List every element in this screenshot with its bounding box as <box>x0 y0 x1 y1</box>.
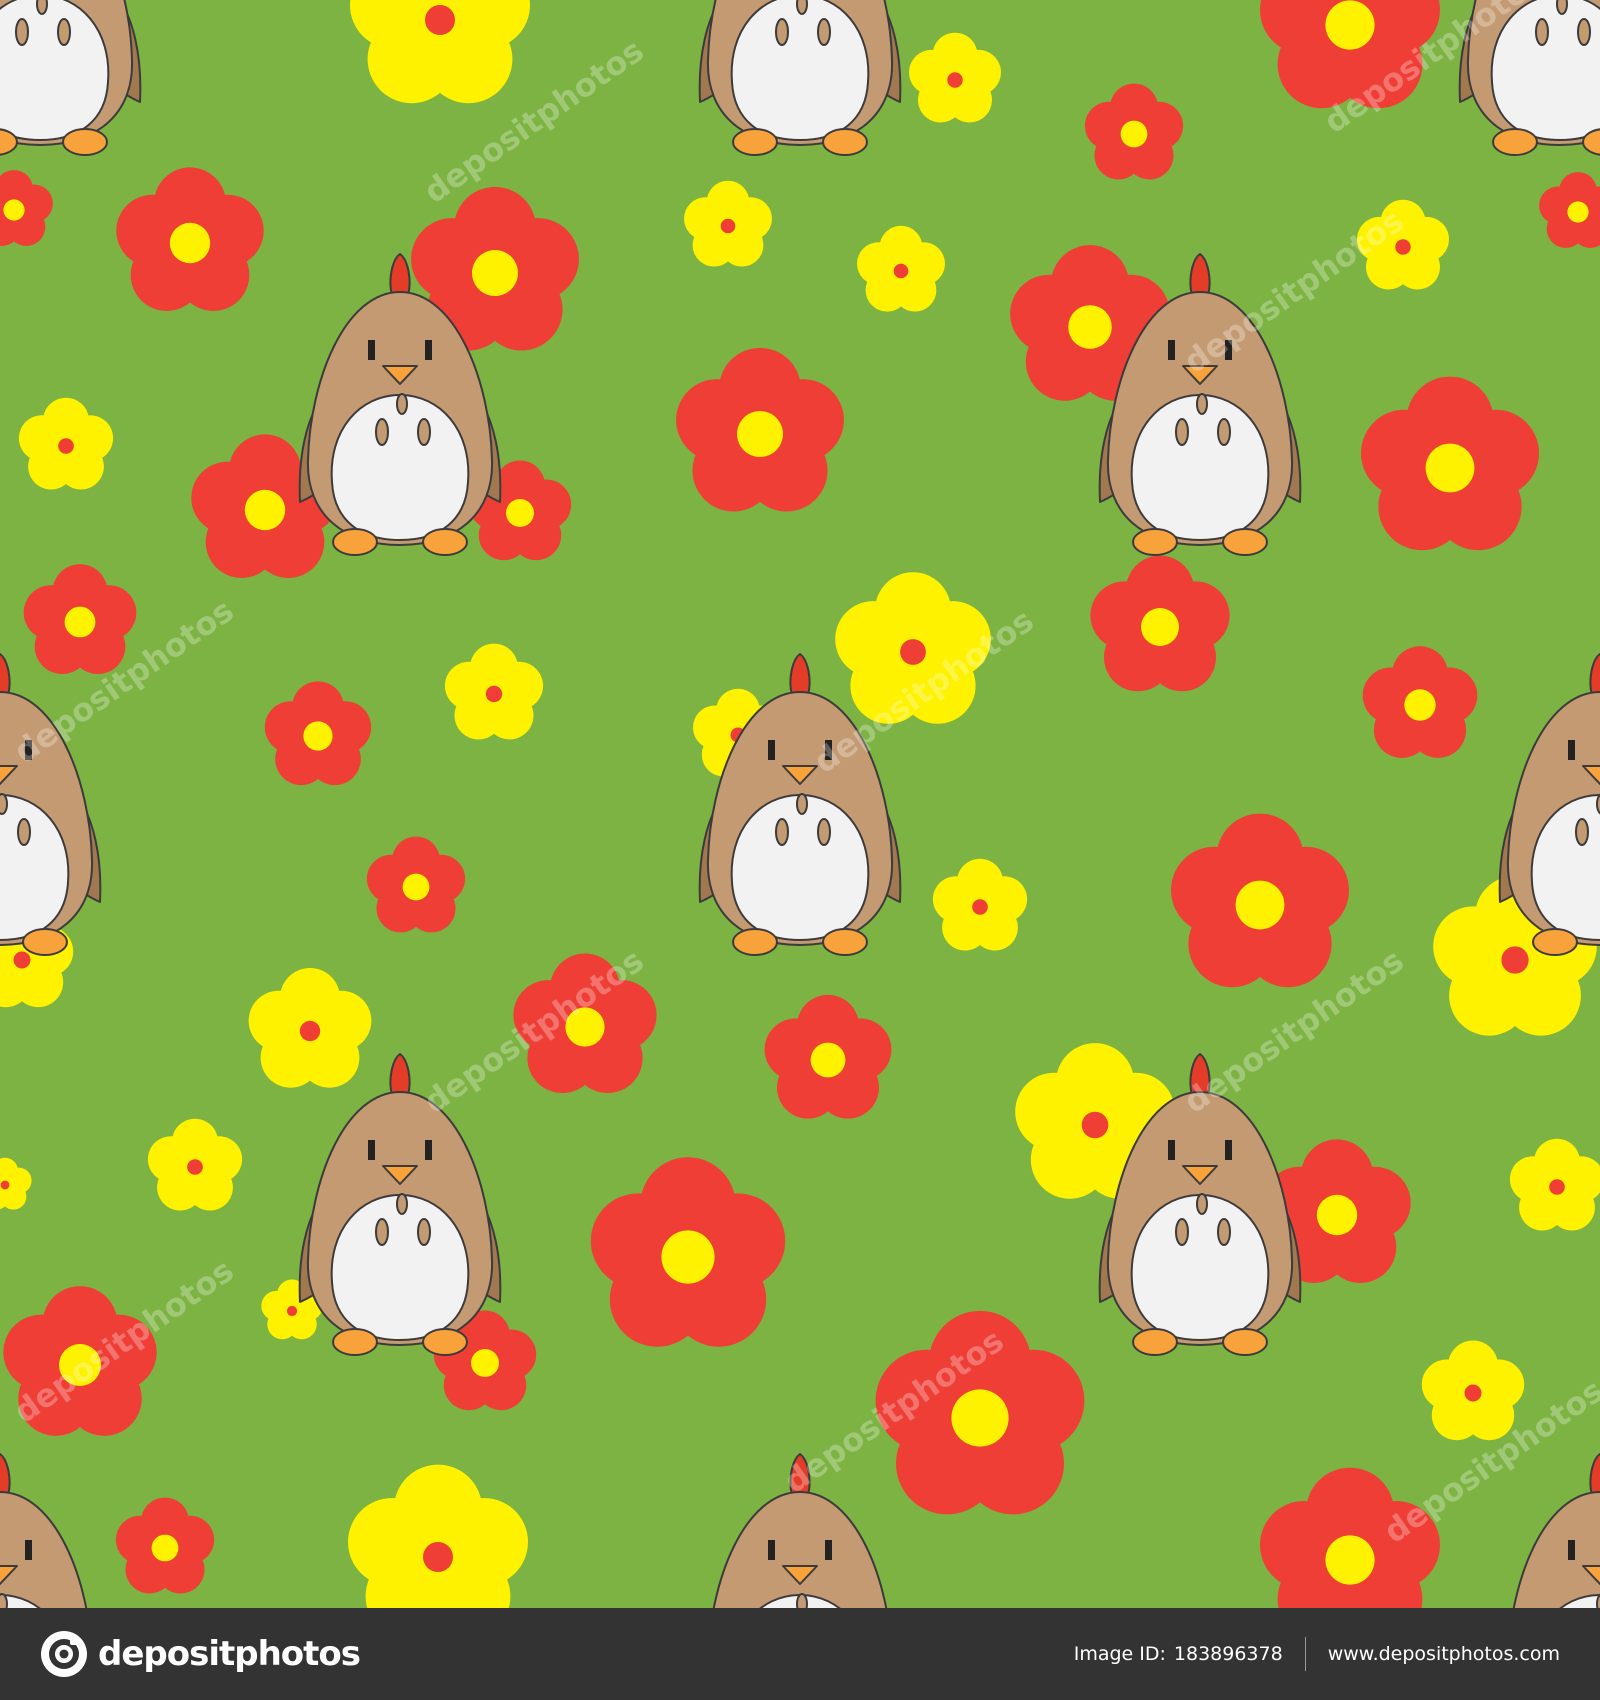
footer-divider <box>1304 1637 1306 1671</box>
image-meta: Image ID: 183896378 www.depositphotos.co… <box>1074 1608 1560 1700</box>
image-id-label: Image ID: <box>1073 1643 1166 1665</box>
image-id-value: 183896378 <box>1173 1643 1283 1665</box>
website-link[interactable]: www.depositphotos.com <box>1328 1643 1560 1665</box>
pattern-background: depositphotos depositphotos depositphotos d… <box>0 0 1600 1608</box>
footer-bar: depositphotos Image ID: 183896378 www.de… <box>0 1608 1600 1700</box>
brand-name: depositphotos <box>98 1634 361 1674</box>
depositphotos-logo-icon <box>41 1631 87 1677</box>
pattern-illustration: depositphotosdepositphotosdepositphotos d… <box>0 0 1600 1608</box>
brand-logo[interactable]: depositphotos <box>40 1630 361 1678</box>
